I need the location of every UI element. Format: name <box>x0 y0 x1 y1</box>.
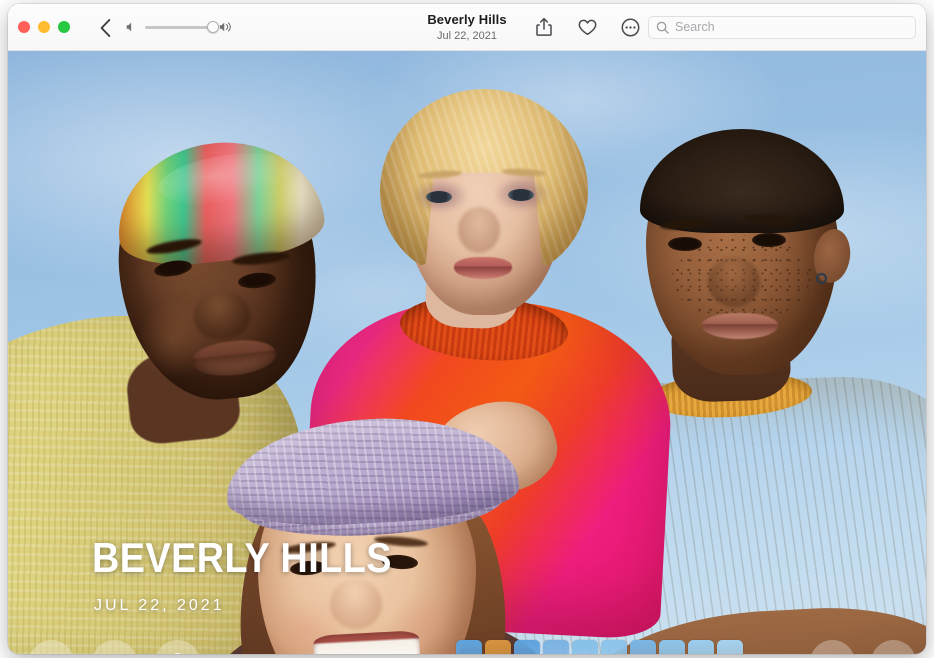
filmstrip-thumbnail[interactable] <box>717 640 743 654</box>
nose <box>458 207 500 253</box>
traffic-lights <box>18 21 70 33</box>
eye-right <box>508 189 534 201</box>
volume-control[interactable] <box>125 20 233 34</box>
photos-memory-window: Beverly Hills Jul 22, 2021 <box>8 4 926 654</box>
skip-back-icon <box>42 653 62 655</box>
music-note-add-icon <box>104 652 126 655</box>
back-button[interactable] <box>94 16 116 40</box>
mouth <box>702 313 778 339</box>
share-icon <box>536 17 552 37</box>
play-icon <box>823 653 843 655</box>
memory-filmstrip[interactable] <box>456 639 743 654</box>
zoom-button[interactable] <box>58 21 70 33</box>
chevron-left-icon <box>100 19 111 37</box>
filmstrip-thumbnail[interactable] <box>688 640 714 654</box>
earring <box>816 273 827 284</box>
filmstrip-thumbnail[interactable] <box>659 640 685 654</box>
window-titlebar: Beverly Hills Jul 22, 2021 <box>8 4 926 51</box>
memory-date-overlay: JUL 22, 2021 <box>94 597 225 615</box>
eye-left <box>426 191 452 203</box>
minimize-button[interactable] <box>38 21 50 33</box>
filmstrip-thumbnail[interactable] <box>543 640 569 654</box>
filmstrip-thumbnail[interactable] <box>572 640 598 654</box>
search-input[interactable]: Search <box>675 21 715 34</box>
speaker-low-icon <box>125 20 139 34</box>
ellipsis-circle-icon <box>621 18 640 37</box>
memory-title-overlay: BEVERLY HILLS <box>92 536 392 580</box>
share-button[interactable] <box>533 16 555 38</box>
favorite-button[interactable] <box>576 16 598 38</box>
search-icon <box>656 21 669 34</box>
nose <box>330 579 382 629</box>
eye-right <box>752 233 786 247</box>
color-filters-icon <box>166 651 189 654</box>
eye-left <box>668 237 702 251</box>
grid-icon <box>884 653 903 654</box>
nose <box>708 257 760 307</box>
speaker-high-icon <box>219 20 233 34</box>
mouth <box>454 257 512 279</box>
close-button[interactable] <box>18 21 30 33</box>
volume-slider[interactable] <box>145 26 213 29</box>
filmstrip-thumbnail[interactable] <box>514 640 540 654</box>
memory-photo[interactable]: BEVERLY HILLS JUL 22, 2021 <box>8 51 926 654</box>
filmstrip-thumbnail[interactable] <box>456 640 482 654</box>
filmstrip-thumbnail[interactable] <box>630 640 656 654</box>
toolbar-actions <box>533 16 641 38</box>
more-button[interactable] <box>619 16 641 38</box>
filmstrip-thumbnail[interactable] <box>601 640 627 654</box>
volume-slider-knob[interactable] <box>207 21 219 33</box>
filmstrip-thumbnail[interactable] <box>485 640 511 654</box>
heart-icon <box>578 19 597 36</box>
search-field[interactable]: Search <box>648 16 916 39</box>
